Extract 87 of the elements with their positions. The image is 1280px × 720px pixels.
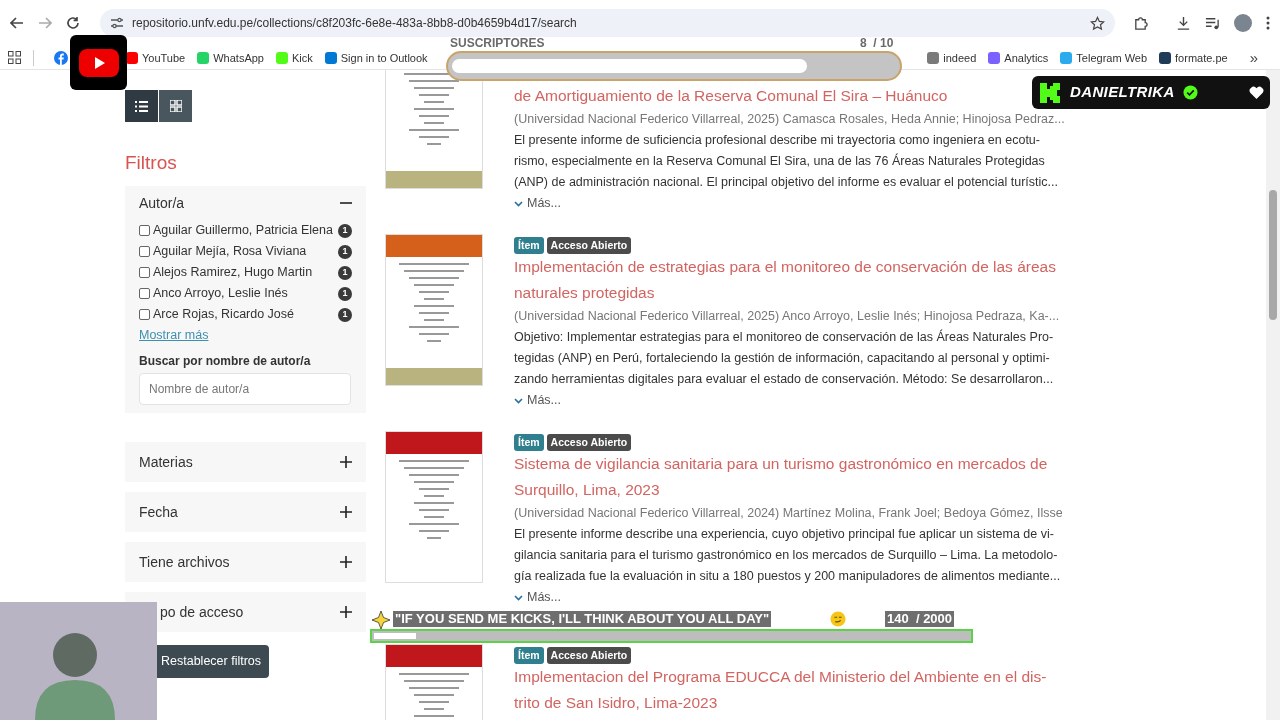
bookmark-link[interactable]: Analytics xyxy=(988,50,1049,65)
grid-view-button[interactable] xyxy=(159,90,192,122)
count-badge: 1 xyxy=(338,287,352,301)
item-badge: Acceso Abierto xyxy=(546,647,632,664)
bookmark-link[interactable]: Kick xyxy=(276,50,313,65)
checkbox[interactable] xyxy=(139,288,150,299)
facebook-icon[interactable] xyxy=(54,50,68,65)
result-abstract: El presente informe de suficiencia profesional describe mi trayectoria como ingeniera en ecotu- rismo, especialmente en la Reserva Comunal El Sira, una de las 76 Áreas Naturales Protegidas (ANP) de administración nacional. El principal objetivo del informe es evaluar el potencial turístic... xyxy=(514,132,1058,191)
item-badge: Ítem xyxy=(514,434,544,451)
media-list-icon[interactable] xyxy=(1205,15,1220,31)
bookmark-link[interactable]: indeed xyxy=(927,50,977,65)
filter-section-title[interactable]: Tiene archivos xyxy=(139,551,230,573)
chevron-down-icon xyxy=(514,594,523,601)
checkbox[interactable] xyxy=(139,309,150,320)
result-title-link[interactable]: Implementación de estrategias para el monitoreo de conservación de las áreas naturales protegidas xyxy=(514,254,1056,306)
tune-icon[interactable] xyxy=(110,16,124,30)
result-meta: (Universidad Nacional Federico Villarreal, 2025) Camasca Rosales, Heda Annie; Hinojosa Pedraz... xyxy=(514,111,1065,128)
result-title-link[interactable]: Implementacion del Programa EDUCCA del Ministerio del Ambiente en el dis- trito de San Isidro, Lima-2023 xyxy=(514,664,1047,716)
smirk-face-icon xyxy=(830,611,846,627)
result-meta: (Universidad Nacional Federico Villarreal, 2024) Martínez Molina, Frank Joel; Bedoya Gómez, Ilsse xyxy=(514,505,1063,522)
play-button-icon xyxy=(78,48,119,77)
sparkle-star-icon xyxy=(372,611,390,629)
count-badge: 1 xyxy=(338,308,352,322)
chat-goal-text: "IF YOU SEND ME KICKS, I'LL THINK ABOUT YOU ALL DAY" xyxy=(393,611,772,627)
bookmark-link[interactable]: Sign in to Outlook xyxy=(324,50,428,65)
more-menu-icon[interactable] xyxy=(1266,16,1270,30)
count-badge: 1 xyxy=(338,266,352,280)
checkbox[interactable] xyxy=(139,267,150,278)
download-icon[interactable] xyxy=(1176,15,1191,31)
filter-section-title[interactable]: Fecha xyxy=(139,501,178,523)
show-more-link[interactable]: Mostrar más xyxy=(139,325,209,346)
grid-icon xyxy=(169,100,182,112)
result-title-link[interactable]: Sistema de vigilancia sanitaria para un turismo gastronómico en mercados de Surquillo, Lima, 2023 xyxy=(514,451,1048,503)
chevron-down-icon xyxy=(514,397,523,404)
count-badge: 1 xyxy=(338,224,352,238)
reload-icon[interactable] xyxy=(66,16,80,30)
filter-section-title[interactable]: po de acceso xyxy=(160,601,244,623)
channel-name: DANIELTRIKA xyxy=(1070,82,1175,103)
list-icon xyxy=(135,100,148,112)
scrollbar[interactable] xyxy=(1266,70,1280,720)
bookmark-link[interactable]: WhatsApp xyxy=(197,50,264,65)
item-badge: Ítem xyxy=(514,237,544,254)
plus-icon[interactable] xyxy=(340,506,352,518)
checkbox[interactable] xyxy=(139,225,150,236)
bookmark-link[interactable]: formate.pe xyxy=(1159,50,1228,65)
plus-icon[interactable] xyxy=(340,606,352,618)
author-option-label[interactable]: Aguilar Guillermo, Patricia Elena xyxy=(153,220,339,241)
filter-section-title[interactable]: Materias xyxy=(139,451,193,473)
item-badge: Acceso Abierto xyxy=(546,434,632,451)
result-abstract: El presente informe describe una experiencia, cuyo objetivo principal fue aplicar un sistema de vi- gilancia sanitaria para el turismo gastronómico en los mercados de Surquillo – Lima. La metodolo- gía realizada fue la evaluación in situ a 180 puestos y 200 manipuladores de alimentos mediante... xyxy=(514,526,1061,585)
url-text: repositorio.unfv.edu.pe/collections/c8f203fc-6e8e-483a-8bb8-d0b4659b4d17/search xyxy=(132,15,577,32)
author-option-label[interactable]: Anco Arroyo, Leslie Inés xyxy=(153,283,339,304)
profile-avatar[interactable] xyxy=(1234,14,1252,32)
filter-section-title[interactable]: Autor/a xyxy=(139,192,185,214)
count-badge: 1 xyxy=(338,245,352,259)
result-title-link[interactable]: de Amortiguamiento de la Reserva Comunal El Sira – Huánuco xyxy=(514,83,948,109)
show-more-link[interactable]: Más... xyxy=(514,193,562,214)
show-more-link[interactable]: Más... xyxy=(514,587,562,608)
bookmark-link[interactable]: Telegram Web xyxy=(1060,50,1148,65)
apps-grid-icon[interactable] xyxy=(8,51,21,64)
show-more-link[interactable]: Más... xyxy=(514,390,562,411)
chat-goal-count: 140 / 2000 xyxy=(885,611,955,627)
item-badge: Ítem xyxy=(514,647,544,664)
author-search-field[interactable]: Nombre de autor/a xyxy=(139,373,351,405)
address-bar[interactable]: repositorio.unfv.edu.pe/collections/c8f203fc-6e8e-483a-8bb8-d0b4659b4d17/search xyxy=(100,9,1115,37)
star-icon[interactable] xyxy=(1090,15,1105,31)
search-label: Buscar por nombre de autor/a xyxy=(139,353,312,369)
chevron-down-icon xyxy=(514,200,523,207)
result-abstract: Objetivo: Implementar estrategias para el monitoreo de conservación de las Áreas Naturales Pro- tegidas (ANP) en Perú, fortaleciendo la gestión de información, capacitando al personal y optimi- zando herramientas digitales para evaluar el estado de conservación. Método: Se desarrollaron... xyxy=(514,328,1054,388)
extension-icon[interactable] xyxy=(1133,15,1148,31)
item-badge: Acceso Abierto xyxy=(546,237,632,254)
more-bookmarks-button[interactable]: » xyxy=(1249,50,1258,65)
heart-icon[interactable] xyxy=(1249,86,1264,99)
author-option-label[interactable]: Arce Rojas, Ricardo José xyxy=(153,304,339,325)
back-icon[interactable] xyxy=(10,16,24,30)
filters-heading: Filtros xyxy=(125,151,178,175)
plus-icon[interactable] xyxy=(340,456,352,468)
author-option-label[interactable]: Aguilar Mejía, Rosa Viviana xyxy=(153,241,339,262)
list-view-button[interactable] xyxy=(125,90,158,122)
bookmark-link[interactable]: YouTube xyxy=(126,50,186,65)
result-meta: (Universidad Nacional Federico Villarreal, 2025) Anco Arroyo, Leslie Inés; Hinojosa Pedraza, Ka-... xyxy=(514,308,1060,325)
plus-icon[interactable] xyxy=(340,556,352,568)
checkbox[interactable] xyxy=(139,246,150,257)
k-logo-icon xyxy=(1038,80,1062,105)
goal-title: SUSCRIPTORES xyxy=(450,37,545,49)
author-option-label[interactable]: Alejos Ramirez, Hugo Martin xyxy=(153,262,339,283)
goal-count: 8 / 10 xyxy=(860,37,894,49)
